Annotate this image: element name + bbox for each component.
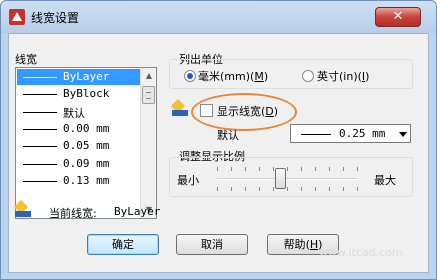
lineweight-item-label: ByLayer [63,70,110,83]
slider-tick [273,167,274,171]
autocad-app-icon [9,9,25,25]
lineweights-list[interactable]: ByLayer ByBlock 默认 0.00 mm 0.05 mm 0.09 mm 0.1… [15,67,157,219]
cancel-button[interactable]: 取消 [176,234,248,255]
line-sample [23,163,57,165]
lineweight-item-label: 0.00 mm [63,121,110,135]
highlight-ring [191,93,297,131]
slider-tick [301,167,302,171]
current-lineweight-label: 当前线宽: [49,207,97,220]
slider-tick [217,187,218,191]
help-text: 帮助 [283,238,306,251]
mm-radio[interactable] [184,70,196,82]
lineweight-item-label: 0.13 mm [63,173,110,187]
slider-tick [329,187,330,191]
scale-slider-track[interactable] [217,178,357,180]
lineweight-item-label: 0.05 mm [63,139,110,153]
lineweight-list-item[interactable]: ByLayer [17,69,141,85]
slider-tick [357,167,358,171]
default-label: 默认 [217,129,239,142]
scroll-thumb[interactable] [142,86,155,104]
scale-slider-thumb[interactable] [275,168,286,189]
slider-tick [343,187,344,191]
lineweight-list-item[interactable]: 0.05 mm [17,138,141,154]
close-button[interactable]: ✕ [375,7,421,27]
help-accel-key: H [309,238,319,251]
slider-tick [301,187,302,191]
slider-tick [343,167,344,171]
slider-tick [287,167,288,171]
window-title: 线宽设置 [31,11,80,25]
scale-max-label: 最大 [374,174,396,187]
line-sample [23,146,57,148]
slider-tick [259,187,260,191]
lineweight-list-item[interactable]: 0.00 mm [17,121,141,137]
lineweight-list-item[interactable]: ByBlock [17,86,141,102]
default-line-sample [301,134,331,135]
display-lineweight-icon [170,98,188,117]
ok-button[interactable]: 确定 [87,234,159,255]
current-lineweight-icon [13,199,31,218]
line-sample [23,128,57,130]
mm-label[interactable]: 毫米(mm)(M) [198,68,268,84]
mm-text: 毫米(mm) [198,70,251,83]
slider-tick [315,167,316,171]
lineweight-item-label: 默认 [63,106,85,120]
slider-tick [315,187,316,191]
lineweight-item-label: ByBlock [63,87,110,101]
slider-tick [329,167,330,171]
slider-tick [217,167,218,171]
default-lineweight-value: 0.25 mm [339,127,386,140]
current-lineweight-value: ByLayer [114,205,161,218]
slider-tick [231,167,232,171]
default-lineweight-dropdown[interactable]: 0.25 mm [290,124,411,143]
scale-min-label: 最小 [177,174,199,187]
inch-text: 英寸(in) [317,70,358,83]
line-sample [23,94,57,96]
lineweights-scrollbar[interactable]: ▲ ▼ [140,68,156,218]
lineweights-label: 线宽 [15,53,37,66]
inch-accel-key: I [361,70,366,83]
slider-tick [287,187,288,191]
slider-tick [245,187,246,191]
slider-tick [231,187,232,191]
watermark: www.itcad.com [319,246,403,259]
inch-radio[interactable] [302,70,314,82]
line-sample [23,111,57,113]
lineweight-list-item[interactable]: 0.09 mm [17,156,141,172]
slider-tick [273,187,274,191]
title-bar[interactable]: 线宽设置 ✕ [1,1,436,33]
lineweight-item-label: 0.09 mm [63,156,110,170]
chevron-down-icon[interactable] [399,132,407,137]
scroll-up-icon[interactable]: ▲ [141,68,157,84]
line-sample [23,180,57,182]
slider-tick [357,187,358,191]
slider-ticks-bottom [217,187,358,191]
mm-accel-key: M [254,70,264,83]
slider-tick [259,167,260,171]
inch-label[interactable]: 英寸(in)(I) [317,68,369,84]
slider-tick [245,167,246,171]
slider-ticks-top [217,167,358,171]
line-sample [23,77,57,78]
lineweight-list-item[interactable]: 0.13 mm [17,173,141,189]
lineweight-dialog: 线宽设置 ✕ 线宽 ByLayer ByBlock 默认 0.00 mm 0.05 mm… [0,0,437,280]
lineweight-list-item[interactable]: 默认 [17,104,141,120]
